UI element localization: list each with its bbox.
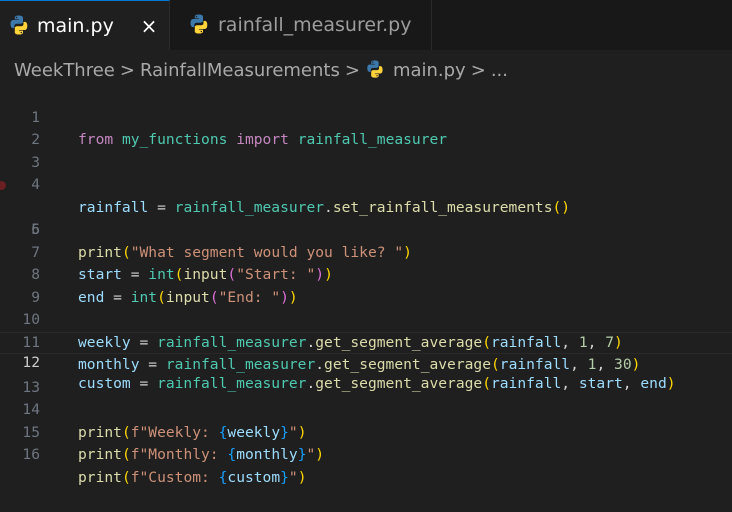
chevron-right-icon: > <box>344 59 360 81</box>
breakpoint-icon[interactable] <box>0 181 6 190</box>
code-editor[interactable]: 1 from my_functions import rainfall_meas… <box>0 84 732 486</box>
code-line[interactable]: 1 from my_functions import rainfall_meas… <box>0 84 732 149</box>
code-token: } <box>297 446 307 463</box>
code-line[interactable]: 14 print(f"Weekly: {weekly}") <box>0 377 732 441</box>
code-token: ) <box>297 468 307 486</box>
tab-label: rainfall_measurer.py <box>218 14 412 36</box>
code-token: { <box>227 446 237 463</box>
code-line[interactable]: 10 weekly = rainfall_measurer.get_segmen… <box>0 287 732 351</box>
tab-rainfall-measurer-py[interactable]: rainfall_measurer.py <box>170 0 432 50</box>
code-token: monthly <box>236 446 298 463</box>
breadcrumb-item-rainfallmeasurements[interactable]: RainfallMeasurements <box>140 60 340 81</box>
code-token: ) <box>315 446 325 463</box>
tab-main-py[interactable]: main.py × <box>0 0 170 50</box>
code-line[interactable]: 3 <box>0 129 732 171</box>
code-token: ( <box>121 446 131 463</box>
code-token: print <box>78 468 122 486</box>
code-line[interactable]: 13 <box>0 354 732 396</box>
code-line[interactable]: 11 monthly = rainfall_measurer.get_segme… <box>0 309 732 374</box>
code-line[interactable]: 4 rainfall = rainfall_measurer.set_rainf… <box>0 152 732 216</box>
code-line[interactable]: 7 start = int(input("Start: ")) <box>0 219 732 284</box>
breadcrumb-item-weekthree[interactable]: WeekThree <box>14 60 115 81</box>
code-token: } <box>280 468 289 486</box>
tab-label: main.py <box>37 15 114 37</box>
code-line[interactable]: 15 print(f"Monthly: {monthly}") <box>0 399 732 464</box>
code-line[interactable]: 5 <box>0 174 732 238</box>
code-line[interactable]: 8 end = int(input("End: ")) <box>0 242 732 306</box>
chevron-right-icon: > <box>470 59 486 81</box>
code-token: custom <box>227 468 281 486</box>
breadcrumb: WeekThree > RainfallMeasurements > main.… <box>14 57 508 83</box>
python-file-icon <box>188 13 210 39</box>
code-line[interactable]: 9 <box>0 264 732 306</box>
breadcrumb-item-main-py[interactable]: main.py <box>393 60 466 81</box>
close-icon[interactable]: × <box>137 14 161 38</box>
code-token: " <box>288 468 298 486</box>
code-token: f"Custom: <box>130 468 219 486</box>
python-file-icon <box>8 14 30 40</box>
code-token: ( <box>121 468 131 486</box>
python-file-icon <box>365 59 385 84</box>
code-token: print <box>78 446 122 463</box>
code-line[interactable]: 6 print("What segment would you like? ") <box>0 197 732 261</box>
code-line[interactable]: 16 print(f"Custom: {custom}") <box>0 422 732 486</box>
code-line[interactable]: 2 <box>0 107 732 148</box>
line-number: 16 <box>22 446 40 463</box>
tab-bar: main.py × rainfall_measurer.py <box>0 0 732 50</box>
current-code-line[interactable]: 12 custom = rainfall_measurer.get_segmen… <box>0 331 732 392</box>
chevron-right-icon: > <box>119 59 135 81</box>
code-token: " <box>306 446 316 463</box>
code-token: f"Monthly: <box>130 446 228 463</box>
breadcrumb-item-ellipsis[interactable]: ... <box>491 60 508 81</box>
